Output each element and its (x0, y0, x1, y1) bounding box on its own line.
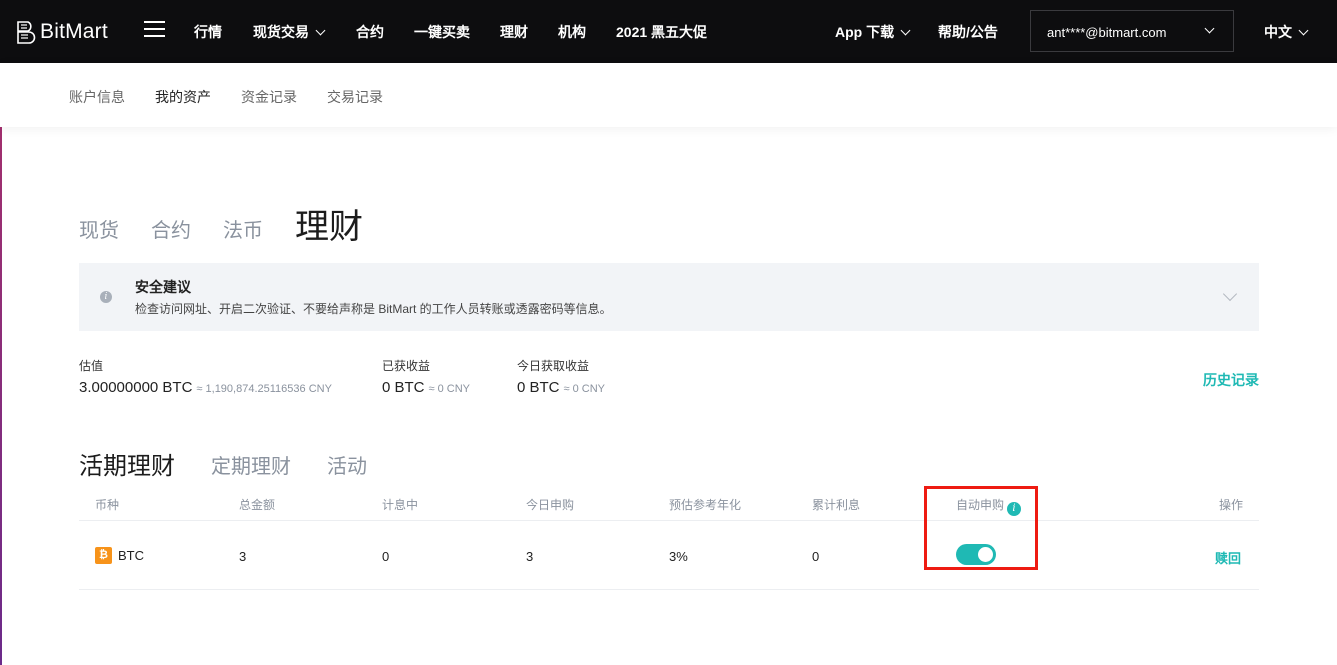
redeem-button[interactable]: 赎回 (1215, 548, 1241, 567)
tab-fiat[interactable]: 法币 (223, 214, 263, 243)
app-download-menu[interactable]: App 下载 (835, 22, 911, 42)
account-email: ant****@bitmart.com (1047, 25, 1167, 40)
table-divider (79, 589, 1259, 590)
bitmart-logo-icon (17, 21, 36, 44)
top-navbar: BitMart 行情 现货交易 合约 一键买卖 理财 机构 2021 黑五大促 … (0, 0, 1337, 63)
col-total: 总金额 (239, 498, 276, 512)
nav-market[interactable]: 行情 (194, 22, 222, 42)
language-selector[interactable]: 中文 (1264, 22, 1309, 42)
chevron-down-icon[interactable] (1222, 286, 1238, 302)
table-divider (79, 520, 1259, 521)
chevron-down-icon (1298, 25, 1309, 36)
today-earnings-value: 0 BTC ≈ 0 CNY (517, 379, 606, 396)
col-interest-bearing: 计息中 (382, 498, 419, 512)
earned-value: 0 BTC ≈ 0 CNY (382, 379, 471, 396)
nav-quick-buy[interactable]: 一键买卖 (414, 22, 470, 42)
col-today-subscribe: 今日申购 (526, 498, 575, 512)
account-dropdown[interactable]: ant****@bitmart.com (1030, 10, 1234, 52)
estimate-cny: ≈ 1,190,874.25116536 CNY (196, 383, 332, 395)
chevron-down-icon (315, 25, 326, 36)
cell-coin: BTC (118, 548, 144, 563)
window-edge (0, 63, 2, 665)
chevron-down-icon (1204, 23, 1215, 34)
tab-spot[interactable]: 现货 (79, 214, 119, 243)
subnav-account-info[interactable]: 账户信息 (69, 87, 125, 107)
nav-futures[interactable]: 合约 (356, 22, 384, 42)
subnav-fund-records[interactable]: 资金记录 (241, 87, 297, 107)
bitmart-logo[interactable]: BitMart (14, 18, 108, 46)
tab-activities[interactable]: 活动 (327, 450, 367, 479)
chevron-down-icon (900, 25, 911, 36)
cell-apy: 3% (669, 549, 688, 564)
account-subnav: 账户信息 我的资产 资金记录 交易记录 (0, 63, 1337, 127)
advice-description: 检查访问网址、开启二次验证、不要给声称是 BitMart 的工作人员转账或透露密… (135, 302, 612, 316)
col-apy: 预估参考年化 (669, 498, 742, 512)
tab-fixed-savings[interactable]: 定期理财 (211, 450, 291, 479)
subnav-trade-records[interactable]: 交易记录 (327, 87, 383, 107)
col-coin: 币种 (95, 498, 120, 512)
cell-interest-bearing: 0 (382, 549, 390, 564)
menu-icon[interactable] (144, 21, 165, 39)
earned-label: 已获收益 (382, 359, 431, 373)
cell-today-subscribe: 3 (526, 549, 534, 564)
cell-accumulated: 0 (812, 549, 820, 564)
help-announcement-link[interactable]: 帮助/公告 (938, 22, 998, 42)
cell-total: 3 (239, 549, 247, 564)
col-action: 操作 (1219, 498, 1244, 512)
highlight-box (924, 486, 1038, 570)
subnav-my-assets[interactable]: 我的资产 (155, 87, 211, 107)
advice-title: 安全建议 (135, 279, 191, 295)
estimate-label: 估值 (79, 359, 104, 373)
info-icon: i (100, 291, 112, 303)
logo-text: BitMart (40, 20, 108, 43)
nav-earn[interactable]: 理财 (500, 22, 528, 42)
nav-spot-trading[interactable]: 现货交易 (253, 22, 326, 42)
nav-institution[interactable]: 机构 (558, 22, 586, 42)
today-earnings-cny: ≈ 0 CNY (563, 383, 606, 395)
tab-futures[interactable]: 合约 (151, 214, 191, 243)
tab-earn[interactable]: 理财 (295, 199, 363, 248)
nav-black-friday[interactable]: 2021 黑五大促 (616, 22, 707, 42)
estimate-value: 3.00000000 BTC ≈ 1,190,874.25116536 CNY (79, 379, 332, 396)
tab-flexible-savings[interactable]: 活期理财 (79, 446, 175, 481)
history-link[interactable]: 历史记录 (1203, 370, 1259, 390)
bitcoin-icon: ₿ (95, 547, 112, 564)
today-earnings-label: 今日获取收益 (517, 359, 590, 373)
col-accumulated: 累计利息 (812, 498, 861, 512)
security-advice-banner[interactable]: i 安全建议 检查访问网址、开启二次验证、不要给声称是 BitMart 的工作人… (79, 263, 1259, 331)
earned-cny: ≈ 0 CNY (428, 383, 471, 395)
